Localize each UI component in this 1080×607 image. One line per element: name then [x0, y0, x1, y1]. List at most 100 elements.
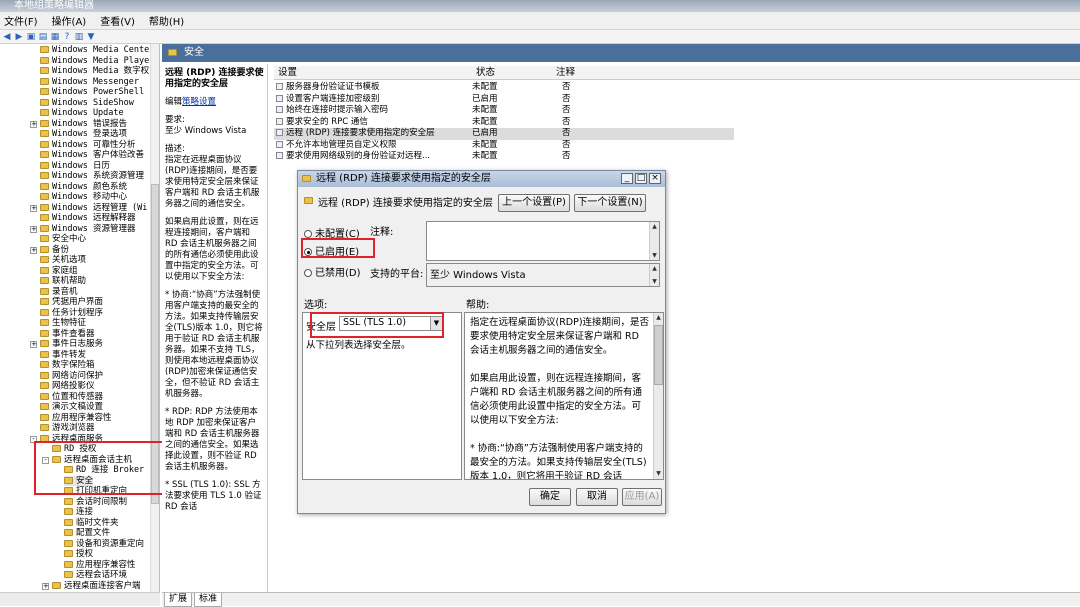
table-row[interactable]: 设置客户端连接加密级别 已启用 否 [274, 94, 734, 106]
menu-action[interactable]: 操作(A) [52, 13, 87, 28]
tab-extended[interactable]: 扩展 [164, 593, 193, 607]
help-scroll-down-icon[interactable]: ▼ [654, 469, 663, 478]
maximize-icon[interactable]: □ [635, 173, 647, 184]
help-scrollbar[interactable]: ▲ ▼ [653, 313, 663, 479]
menu-view[interactable]: 查看(V) [100, 13, 135, 28]
edit-policy-link[interactable]: 策略设置 [182, 97, 216, 107]
tree-item[interactable]: 位置和传感器 [40, 392, 103, 403]
properties-icon[interactable]: ▥ [74, 32, 84, 42]
table-row[interactable]: 远程 (RDP) 连接要求使用指定的安全层 已启用 否 [274, 128, 734, 140]
tree-item[interactable]: 事件日志服务 [40, 339, 103, 350]
help-scroll-thumb[interactable] [654, 325, 663, 385]
tree-item[interactable]: Windows 颜色系统 [40, 182, 127, 193]
minimize-icon[interactable]: _ [621, 173, 633, 184]
tree-item[interactable]: 远程桌面连接客户端 [52, 581, 141, 592]
tree-item[interactable]: 临时文件夹 [64, 518, 119, 529]
export-list-icon[interactable]: ▦ [50, 32, 60, 42]
menu-file[interactable]: 文件(F) [4, 13, 38, 28]
tree-item[interactable]: 应用程序兼容性 [40, 413, 112, 424]
table-row[interactable]: 不允许本地管理员自定义权限 未配置 否 [274, 140, 734, 152]
tree-item[interactable]: 游戏浏览器 [40, 423, 95, 434]
cancel-button[interactable]: 取消 [576, 488, 618, 506]
tree-item[interactable]: Windows 客户体验改善 [40, 150, 144, 161]
close-icon[interactable]: × [649, 173, 661, 184]
table-row[interactable]: 始终在连接时提示输入密码 未配置 否 [274, 105, 734, 117]
tree-item[interactable]: 授权 [64, 549, 93, 560]
radio-disabled-indicator[interactable] [304, 269, 312, 277]
tree-item[interactable]: 安全中心 [40, 234, 86, 245]
show-hide-tree-icon[interactable]: ▤ [38, 32, 48, 42]
ok-button[interactable]: 确定 [529, 488, 571, 506]
comment-textarea[interactable]: ▲ ▼ [426, 221, 660, 261]
tree-item[interactable]: Windows Media Player [40, 56, 154, 67]
tree-item[interactable]: 网络投影仪 [40, 381, 95, 392]
comment-scrollbar[interactable]: ▲ ▼ [649, 222, 659, 260]
tree-item[interactable]: 数字保险箱 [40, 360, 95, 371]
next-setting-button[interactable]: 下一个设置(N) [574, 194, 646, 212]
table-row[interactable]: 要求安全的 RPC 通信 未配置 否 [274, 117, 734, 129]
expand-icon[interactable]: + [30, 120, 37, 128]
tree-item[interactable]: Windows 远程管理 (Wi [40, 203, 147, 214]
tree-item[interactable]: Windows Media Center [40, 45, 154, 56]
tab-standard[interactable]: 标准 [194, 593, 223, 607]
apply-button[interactable]: 应用(A) [622, 488, 662, 506]
help-scroll-up-icon[interactable]: ▲ [654, 313, 663, 322]
expand-icon[interactable]: + [30, 225, 37, 233]
filter-icon[interactable]: ▼ [86, 32, 96, 42]
prev-setting-button[interactable]: 上一个设置(P) [498, 194, 570, 212]
menu-help[interactable]: 帮助(H) [149, 13, 184, 28]
radio-disabled[interactable]: 已禁用(D) [304, 264, 361, 279]
scroll-down-icon[interactable]: ▼ [650, 251, 659, 260]
tree-horizontal-scrollbar[interactable] [0, 592, 160, 606]
tree-item[interactable]: Windows 移动中心 [40, 192, 127, 203]
forward-arrow-icon[interactable]: ▶ [14, 32, 24, 42]
tree-item[interactable]: Windows PowerShell [40, 87, 144, 98]
expand-icon[interactable]: + [42, 582, 49, 590]
table-row[interactable]: 服务器身份验证证书模板 未配置 否 [274, 82, 734, 94]
col-comment[interactable]: 注释 [556, 66, 575, 80]
tree-item[interactable]: 配置文件 [64, 528, 110, 539]
expand-icon[interactable]: + [30, 246, 37, 254]
tree-item[interactable]: Windows Media 数字权 [40, 66, 149, 77]
tree-item[interactable]: Windows Messenger [40, 77, 139, 88]
help-icon[interactable]: ? [62, 32, 72, 42]
tree-item[interactable]: 凭据用户界面 [40, 297, 103, 308]
tree-item[interactable]: 事件转发 [40, 350, 86, 361]
tree-item[interactable]: 任务计划程序 [40, 308, 103, 319]
tree-item[interactable]: 生物特征 [40, 318, 86, 329]
tree-item[interactable]: 远程会话环境 [64, 570, 127, 581]
tree-item[interactable]: 联机帮助 [40, 276, 86, 287]
tree-item[interactable]: Windows SideShow [40, 98, 134, 109]
platform-scroll-up-icon[interactable]: ▲ [650, 264, 659, 273]
tree-item[interactable]: 网络访问保护 [40, 371, 103, 382]
tree-item[interactable]: 家庭组 [40, 266, 78, 277]
table-row[interactable]: 要求使用网络级别的身份验证对远程... 未配置 否 [274, 151, 734, 163]
tree-item[interactable]: 事件查看器 [40, 329, 95, 340]
tree-item[interactable]: 关机选项 [40, 255, 86, 266]
tree-item[interactable]: 备份 [40, 245, 69, 256]
tree-item[interactable]: 应用程序兼容性 [64, 560, 136, 571]
tree-item[interactable]: 录音机 [40, 287, 78, 298]
tree-item[interactable]: Windows 系统资源管理 [40, 171, 144, 182]
tree-item[interactable]: Windows 远程解释器 [40, 213, 135, 224]
tree-item[interactable]: Windows 错误报告 [40, 119, 127, 130]
tree-item[interactable]: Windows Update [40, 108, 124, 119]
platform-scroll-down-icon[interactable]: ▼ [650, 277, 659, 286]
back-arrow-icon[interactable]: ◀ [2, 32, 12, 42]
tree-item[interactable]: 设备和资源重定向 [64, 539, 144, 550]
tree-item[interactable]: Windows 日历 [40, 161, 110, 172]
expand-icon[interactable]: + [30, 204, 37, 212]
tree-item[interactable]: Windows 可靠性分析 [40, 140, 135, 151]
col-setting[interactable]: 设置 [278, 66, 297, 80]
expand-icon[interactable]: + [30, 341, 37, 348]
tree-item[interactable]: 会话时间限制 [64, 497, 127, 508]
tree-item[interactable]: 演示文稿设置 [40, 402, 103, 413]
radio-not-configured-indicator[interactable] [304, 230, 312, 238]
col-state[interactable]: 状态 [476, 66, 495, 80]
platform-scrollbar[interactable]: ▲ ▼ [649, 264, 659, 286]
scroll-up-icon[interactable]: ▲ [650, 222, 659, 231]
up-folder-icon[interactable]: ▣ [26, 32, 36, 42]
tree-item[interactable]: Windows 登录选项 [40, 129, 127, 140]
tree-item[interactable]: 连接 [64, 507, 93, 518]
tree-item[interactable]: Windows 资源管理器 [40, 224, 135, 235]
